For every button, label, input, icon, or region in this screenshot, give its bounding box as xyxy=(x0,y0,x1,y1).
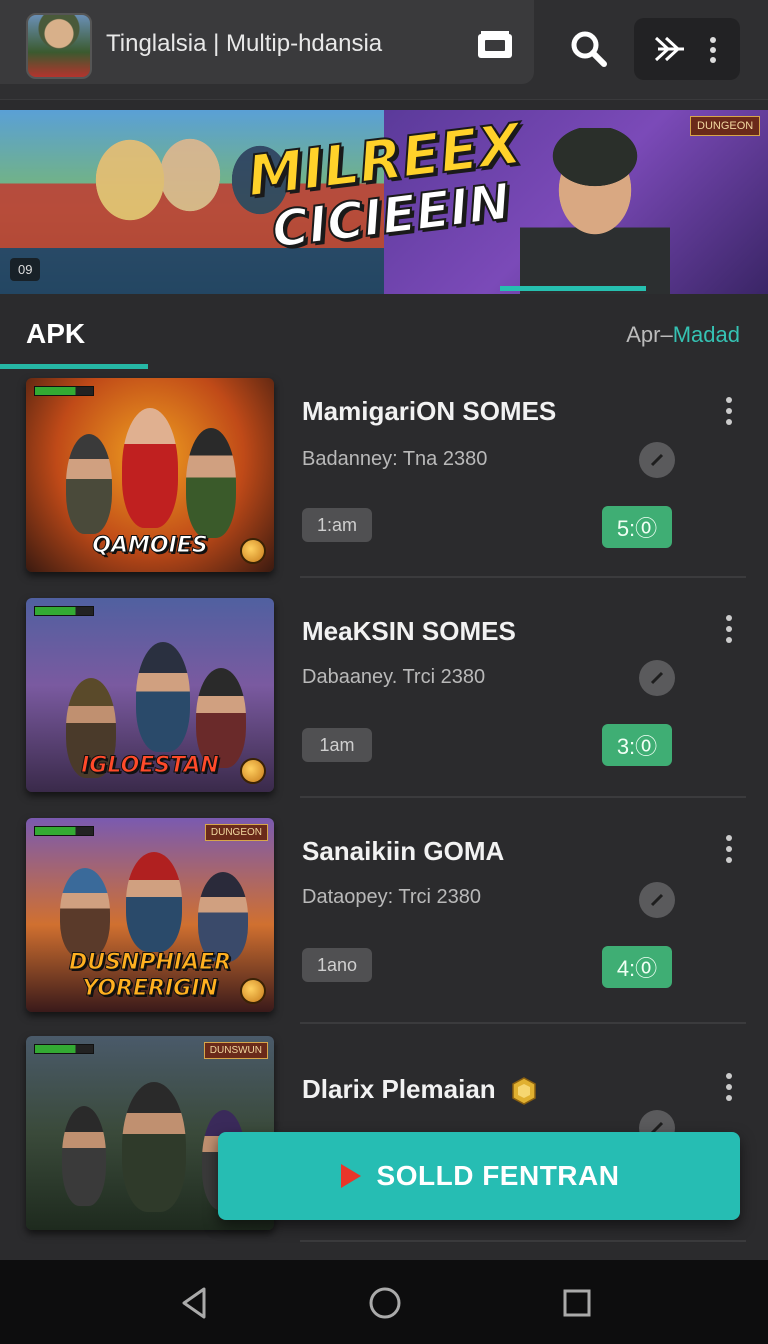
item-time-badge: 1ano xyxy=(302,948,372,982)
tab-right-accent: Madad xyxy=(672,322,740,347)
promo-banner[interactable]: MILREEX CICIEEIN DUNGEON 09 xyxy=(0,110,768,294)
search-icon[interactable] xyxy=(568,28,608,68)
tab-apk[interactable]: APK xyxy=(26,318,85,350)
item-title-text: Dlarix Plemaian xyxy=(302,1074,496,1104)
play-icon xyxy=(340,1164,361,1188)
banner-progress-indicator xyxy=(500,286,646,291)
thumbnail-hud xyxy=(34,1044,94,1054)
thumbnail-label: IGLOESTAN xyxy=(81,753,220,779)
divider xyxy=(300,796,746,798)
app-avatar[interactable] xyxy=(26,13,92,79)
list-item[interactable]: IGLOESTAN MeaKSIN SOMES Dabaaney. Trci 2… xyxy=(0,592,768,810)
item-title: MeaKSIN SOMES xyxy=(302,616,516,646)
arrow-icon[interactable] xyxy=(639,442,675,478)
tab-right-prefix: Apr– xyxy=(626,322,673,347)
banner-soldier-image xyxy=(520,128,670,294)
banner-counter: 09 xyxy=(10,258,41,281)
more-vert-icon[interactable] xyxy=(724,1072,734,1102)
item-rating-badge[interactable]: 3:⓪ xyxy=(602,724,672,766)
game-thumbnail[interactable]: DUNGEON DUSNPHIAER YORERIGIN xyxy=(26,818,274,1012)
thumbnail-hud xyxy=(34,826,94,836)
cta-label: SOLLD FENTRAN xyxy=(376,1160,620,1191)
divider xyxy=(300,576,746,578)
banner-badge: DUNGEON xyxy=(690,116,761,136)
thumbnail-label: QAMOIES xyxy=(92,533,208,559)
title-container: Tinglalsia | Multip-hdansia xyxy=(0,0,534,84)
action-group xyxy=(634,18,740,80)
item-subtitle: Badanney: Tna 2380 xyxy=(302,448,488,470)
top-app-bar: Tinglalsia | Multip-hdansia xyxy=(0,0,768,100)
thumbnail-hud xyxy=(34,386,94,396)
more-vert-icon[interactable] xyxy=(724,396,734,426)
thumbnail-badge: DUNSWUN xyxy=(203,1042,268,1059)
forward-icon[interactable] xyxy=(652,34,688,64)
coin-icon xyxy=(240,978,266,1004)
thumbnail-hud xyxy=(34,606,94,616)
item-subtitle: Dabaaney. Trci 2380 xyxy=(302,666,486,688)
coin-icon xyxy=(240,758,266,784)
item-subtitle: Dataopey: Trci 2380 xyxy=(302,886,481,908)
item-title: Sanaikiin GOMA xyxy=(302,836,505,866)
thumbnail-badge: DUNGEON xyxy=(204,824,268,841)
game-thumbnail[interactable]: IGLOESTAN xyxy=(26,598,274,792)
arrow-icon[interactable] xyxy=(639,882,675,918)
home-icon[interactable] xyxy=(368,1286,402,1320)
divider xyxy=(300,1240,746,1242)
list-item[interactable]: DUNGEON DUSNPHIAER YORERIGIN Sanaikiin G… xyxy=(0,812,768,1030)
thumbnail-label: DUSNPHIAER YORERIGIN xyxy=(68,950,232,1002)
more-vert-icon[interactable] xyxy=(708,36,718,64)
floating-cta-button[interactable]: SOLLD FENTRAN xyxy=(218,1132,740,1220)
cast-icon[interactable] xyxy=(476,30,514,62)
item-time-badge: 1:am xyxy=(302,508,372,542)
arrow-icon[interactable] xyxy=(639,660,675,696)
tab-bar: APK Apr–Madad xyxy=(0,296,768,372)
item-rating-badge[interactable]: 5:⓪ xyxy=(602,506,672,548)
app-title: Tinglalsia | Multip-hdansia xyxy=(106,30,383,57)
recent-apps-icon[interactable] xyxy=(562,1288,592,1318)
back-icon[interactable] xyxy=(178,1286,212,1320)
tab-apr-madad[interactable]: Apr–Madad xyxy=(626,322,740,348)
item-rating-badge[interactable]: 4:⓪ xyxy=(602,946,672,988)
tab-active-indicator xyxy=(0,364,148,369)
system-nav-bar xyxy=(0,1260,768,1344)
trophy-icon xyxy=(512,1077,536,1105)
game-thumbnail[interactable]: QAMOIES xyxy=(26,378,274,572)
list-item[interactable]: QAMOIES MamigariON SOMES Badanney: Tna 2… xyxy=(0,372,768,590)
item-title: MamigariON SOMES xyxy=(302,396,557,426)
more-vert-icon[interactable] xyxy=(724,834,734,864)
divider xyxy=(300,1022,746,1024)
item-title: Dlarix Plemaian xyxy=(302,1074,537,1105)
item-time-badge: 1am xyxy=(302,728,372,762)
more-vert-icon[interactable] xyxy=(724,614,734,644)
coin-icon xyxy=(240,538,266,564)
